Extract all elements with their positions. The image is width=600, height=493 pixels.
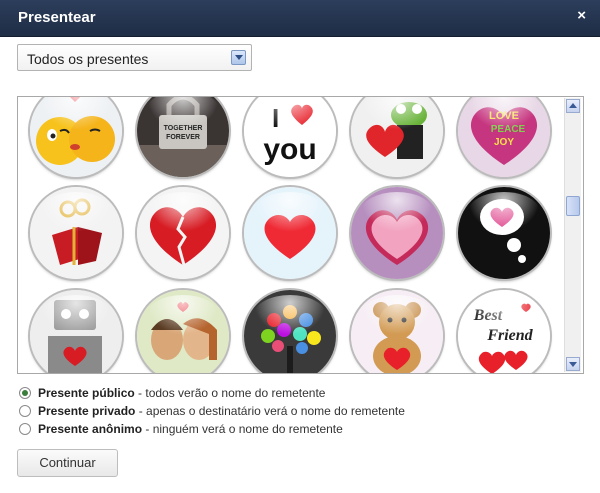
privacy-options: Presente público - todos verão o nome do… [19,386,405,440]
scrollbar-thumb[interactable] [566,196,580,216]
padlock-together-forever-gift[interactable]: TOGETHER FOREVER [137,97,229,177]
privacy-anonymous-label: Presente anônimo [38,422,143,436]
privacy-private-desc: - apenas o destinatário verá o nome do r… [135,404,405,418]
pink-heart-icon [351,187,443,279]
padlock-icon: TOGETHER FOREVER [137,97,229,177]
couple-kiss-gift[interactable] [137,290,229,373]
gift-box-icon [30,187,122,279]
love-text: LOVE [489,110,519,122]
privacy-private-label: Presente privado [38,404,136,418]
i-love-you-gift[interactable]: I you [244,97,336,177]
love-peace-joy-heart-gift[interactable]: LOVE PEACE JOY [458,97,550,177]
gift-gallery: TOGETHER FOREVER I you LOVE PEACE JOY Be… [17,96,584,374]
peace-text: PEACE [491,124,526,135]
teddy-bear-icon [351,290,443,373]
dialog-title: Presentear [18,9,96,26]
gift-filter-select[interactable]: Todos os presentes [17,44,252,71]
i-love-you-text-i: I [272,103,279,133]
gift-box-hearts-gift[interactable] [30,187,122,279]
scroll-up-icon[interactable] [566,99,580,113]
i-love-you-icon: I you [244,97,336,177]
robot-heart-gift[interactable] [30,290,122,373]
broken-heart-icon [137,187,229,279]
red-heart-gift[interactable] [244,187,336,279]
friend-text: Friend [486,327,533,344]
thought-bubble-heart-gift[interactable] [458,187,550,279]
kissing-emoticons-icon [30,97,122,177]
padlock-text-line1: TOGETHER [164,125,203,132]
privacy-anonymous-desc: - ninguém verá o nome do remetente [142,422,343,436]
gift-dialog: Presentear × Todos os presentes TOGETHER… [0,0,600,493]
teddy-bear-gift[interactable] [351,290,443,373]
frog-with-heart-gift[interactable] [351,97,443,177]
robot-icon [30,290,122,373]
heart-tree-icon [244,290,336,373]
continue-button[interactable]: Continuar [17,449,118,477]
heart-tree-gift[interactable] [244,290,336,373]
i-love-you-text-you: you [263,133,316,166]
frog-heart-icon [351,97,443,177]
couple-icon [137,290,229,373]
radio-anonymous[interactable] [19,423,31,435]
radio-public[interactable] [19,387,31,399]
privacy-private-option[interactable]: Presente privado - apenas o destinatário… [19,404,405,422]
pink-heart-gift[interactable] [351,187,443,279]
thought-bubble-icon [458,187,550,279]
broken-heart-gift[interactable] [137,187,229,279]
gift-filter-value: Todos os presentes [27,51,149,67]
privacy-public-label: Presente público [38,386,135,400]
privacy-public-desc: - todos verão o nome do remetente [134,386,326,400]
radio-private[interactable] [19,405,31,417]
close-icon[interactable]: × [577,7,586,24]
dialog-titlebar: Presentear × [0,0,600,37]
privacy-public-option[interactable]: Presente público - todos verão o nome do… [19,386,405,404]
gallery-scrollbar[interactable] [564,98,581,372]
joy-text: JOY [494,137,514,148]
best-friend-gift[interactable]: Best Friend [458,290,550,373]
scroll-down-icon[interactable] [566,357,580,371]
red-heart-icon [244,187,336,279]
chevron-down-icon[interactable] [231,50,246,65]
best-text: Best [473,307,503,324]
love-peace-joy-icon: LOVE PEACE JOY [458,97,550,177]
best-friend-icon: Best Friend [458,290,550,373]
privacy-anonymous-option[interactable]: Presente anônimo - ninguém verá o nome d… [19,422,405,440]
padlock-text-line2: FOREVER [166,134,200,141]
kissing-emoticons-gift[interactable] [30,97,122,177]
